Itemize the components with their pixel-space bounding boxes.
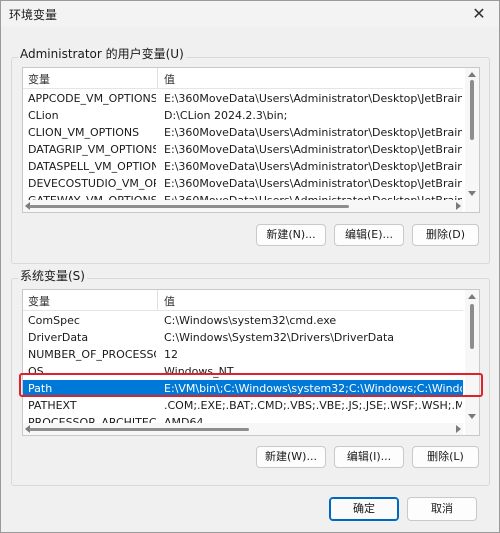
system-variables-label: 系统变量(S) xyxy=(18,267,87,284)
variable-value-cell: E:\360MoveData\Users\Administrator\Deskt… xyxy=(164,126,462,139)
variable-value-cell: D:\CLion 2024.2.3\bin; xyxy=(164,109,288,122)
window-title: 环境变量 xyxy=(9,8,58,22)
table-row[interactable]: APPCODE_VM_OPTIONS E:\360MoveData\Users\A… xyxy=(23,90,463,107)
environment-variables-dialog: 环境变量 ✕ Administrator 的用户变量(U) 变量 值 APPCO… xyxy=(0,0,500,533)
variable-value-cell: 12 xyxy=(164,348,178,361)
table-row[interactable]: CLion D:\CLion 2024.2.3\bin; xyxy=(23,107,463,124)
table-row[interactable]: PATHEXT .COM;.EXE;.BAT;.CMD;.VBS;.VBE;.JS… xyxy=(23,397,463,414)
scrollbar-thumb[interactable] xyxy=(470,80,474,140)
table-row[interactable]: DATASPELL_VM_OPTIONS E:\360MoveData\Users… xyxy=(23,158,463,175)
table-row[interactable]: DriverData C:\Windows\System32\Drivers\Dr… xyxy=(23,329,463,346)
vertical-scrollbar[interactable] xyxy=(465,290,479,435)
system-new-button[interactable]: 新建(W)... xyxy=(256,446,326,468)
variable-name-cell: APPCODE_VM_OPTIONS xyxy=(28,92,156,105)
list-header: 变量 值 xyxy=(23,68,463,89)
user-variables-rows: APPCODE_VM_OPTIONS E:\360MoveData\Users\A… xyxy=(23,90,463,209)
horizontal-scrollbar[interactable] xyxy=(23,200,463,212)
vertical-scrollbar[interactable] xyxy=(465,68,479,212)
scrollbar-thumb[interactable] xyxy=(470,304,474,349)
system-variables-list[interactable]: 变量 值 ComSpec C:\Windows\system32\cmd.exe D… xyxy=(22,289,480,436)
column-header-name[interactable]: 变量 xyxy=(28,71,50,87)
scrollbar-thumb[interactable] xyxy=(29,428,249,431)
user-variables-label: Administrator 的用户变量(U) xyxy=(18,45,186,62)
variable-value-cell: E:\360MoveData\Users\Administrator\Deskt… xyxy=(164,143,462,156)
scroll-up-icon[interactable] xyxy=(468,72,476,77)
system-delete-button[interactable]: 删除(L) xyxy=(412,446,479,468)
table-row[interactable]: ComSpec C:\Windows\system32\cmd.exe xyxy=(23,312,463,329)
variable-value-cell: E:\360MoveData\Users\Administrator\Deskt… xyxy=(164,177,462,190)
table-row[interactable]: DEVECOSTUDIO_VM_OPT... E:\360MoveData\Use… xyxy=(23,175,463,192)
variable-name-cell: CLION_VM_OPTIONS xyxy=(28,126,140,139)
scroll-down-icon[interactable] xyxy=(468,191,476,196)
path-highlight-annotation xyxy=(19,373,483,397)
column-header-value[interactable]: 值 xyxy=(164,293,175,309)
scroll-down-icon[interactable] xyxy=(468,414,476,419)
column-header-value[interactable]: 值 xyxy=(164,71,175,87)
variable-name-cell: DATAGRIP_VM_OPTIONS xyxy=(28,143,156,156)
user-edit-button[interactable]: 编辑(E)... xyxy=(334,224,404,246)
variable-value-cell: C:\Windows\System32\Drivers\DriverData xyxy=(164,331,395,344)
list-header: 变量 值 xyxy=(23,290,463,311)
system-variables-rows: ComSpec C:\Windows\system32\cmd.exe Driver… xyxy=(23,312,463,431)
title-bar: 环境变量 ✕ xyxy=(1,1,499,27)
variable-value-cell: E:\360MoveData\Users\Administrator\Deskt… xyxy=(164,160,462,173)
scroll-up-icon[interactable] xyxy=(468,294,476,299)
variable-name-cell: PATHEXT xyxy=(28,399,77,412)
scroll-right-icon[interactable] xyxy=(456,425,461,433)
variable-value-cell: C:\Windows\system32\cmd.exe xyxy=(164,314,337,327)
close-icon[interactable]: ✕ xyxy=(469,4,489,24)
column-divider[interactable] xyxy=(157,68,158,88)
variable-name-cell: DATASPELL_VM_OPTIONS xyxy=(28,160,156,173)
scrollbar-thumb[interactable] xyxy=(29,205,349,208)
table-row[interactable]: CLION_VM_OPTIONS E:\360MoveData\Users\Adm… xyxy=(23,124,463,141)
column-divider[interactable] xyxy=(157,290,158,310)
table-row[interactable]: DATAGRIP_VM_OPTIONS E:\360MoveData\Users\… xyxy=(23,141,463,158)
horizontal-scrollbar[interactable] xyxy=(23,423,463,435)
variable-name-cell: DEVECOSTUDIO_VM_OPT... xyxy=(28,177,156,190)
table-row[interactable]: NUMBER_OF_PROCESSORS 12 xyxy=(23,346,463,363)
column-header-name[interactable]: 变量 xyxy=(28,293,50,309)
system-edit-button[interactable]: 编辑(I)... xyxy=(334,446,404,468)
variable-value-cell: .COM;.EXE;.BAT;.CMD;.VBS;.VBE;.JS;.JSE;.… xyxy=(164,399,462,412)
scroll-right-icon[interactable] xyxy=(456,202,461,210)
user-delete-button[interactable]: 删除(D) xyxy=(412,224,479,246)
variable-value-cell: E:\360MoveData\Users\Administrator\Deskt… xyxy=(164,92,462,105)
ok-button[interactable]: 确定 xyxy=(329,497,399,521)
variable-name-cell: CLion xyxy=(28,109,59,122)
user-variables-list[interactable]: 变量 值 APPCODE_VM_OPTIONS E:\360MoveData\Us… xyxy=(22,67,480,213)
variable-name-cell: ComSpec xyxy=(28,314,80,327)
variable-name-cell: DriverData xyxy=(28,331,89,344)
variable-name-cell: NUMBER_OF_PROCESSORS xyxy=(28,348,156,361)
user-new-button[interactable]: 新建(N)... xyxy=(256,224,326,246)
cancel-button[interactable]: 取消 xyxy=(407,497,477,521)
